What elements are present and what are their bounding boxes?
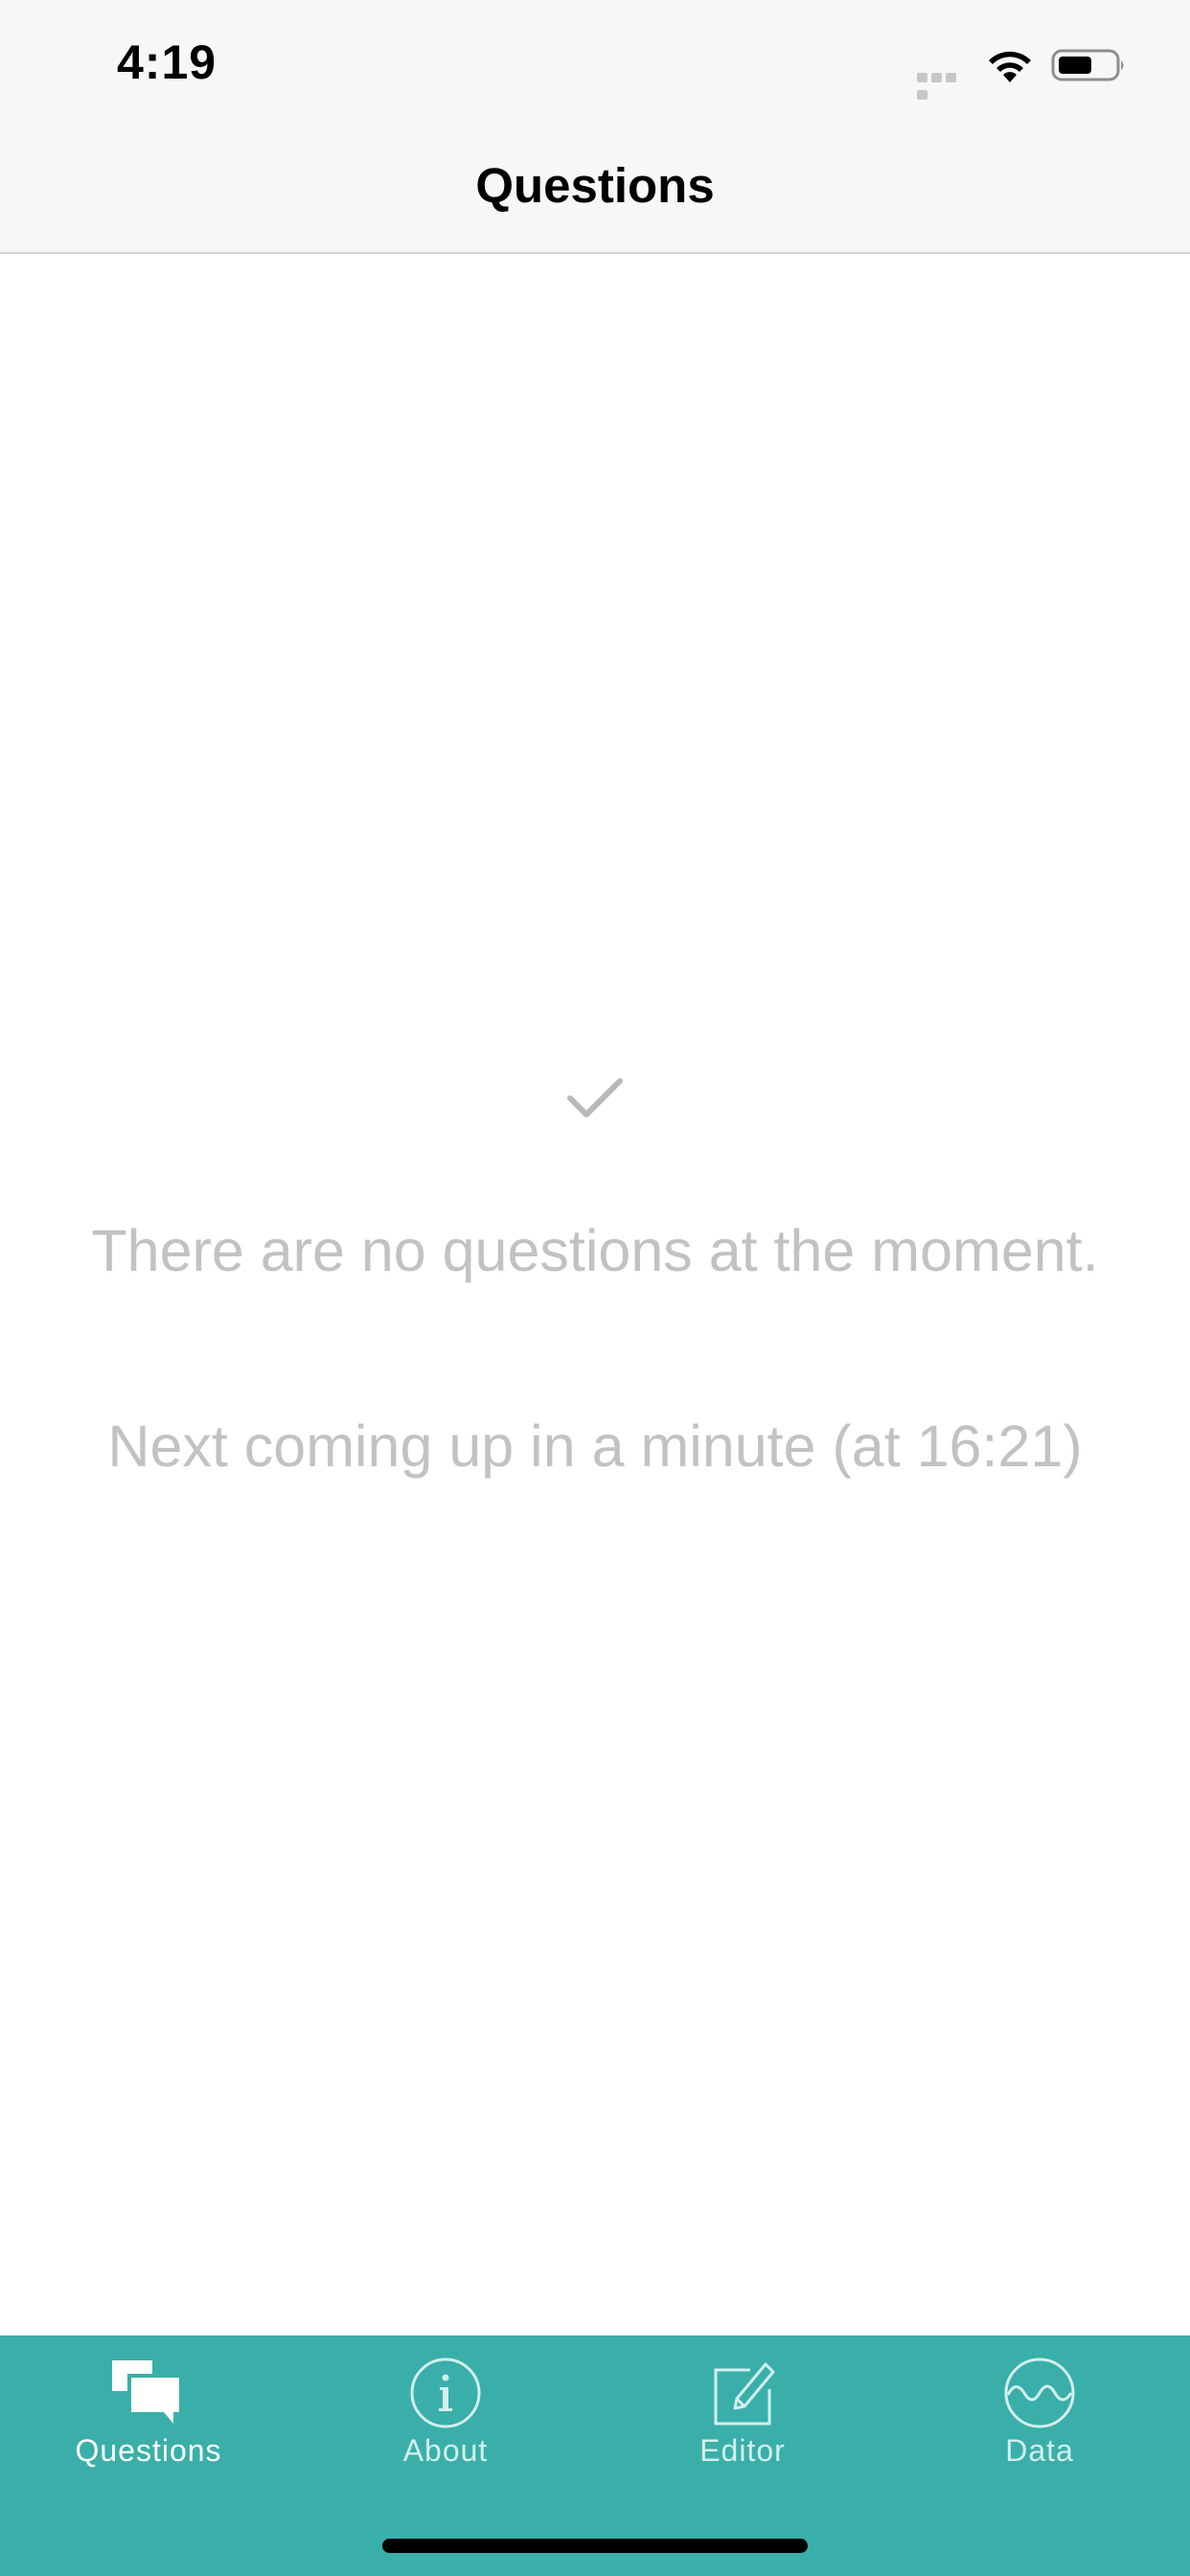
- status-time: 4:19: [117, 35, 217, 89]
- tab-editor[interactable]: Editor: [594, 2353, 891, 2496]
- tab-data[interactable]: Data: [891, 2353, 1188, 2496]
- tab-label: About: [402, 2433, 489, 2468]
- status-bar: 4:19: [0, 0, 1190, 126]
- home-indicator[interactable]: [382, 2539, 808, 2553]
- checkmark-icon: [567, 1078, 623, 1117]
- cellular-signal-icon: [917, 70, 973, 100]
- tab-questions[interactable]: Questions: [0, 2353, 297, 2496]
- navigation-bar: Questions: [0, 126, 1190, 254]
- edit-icon: [714, 2362, 775, 2426]
- info-icon: [410, 2358, 481, 2428]
- page-title: Questions: [475, 158, 715, 213]
- tab-about[interactable]: About: [297, 2353, 594, 2496]
- empty-message: There are no questions at the moment.: [91, 1218, 1099, 1283]
- tab-label: Editor: [699, 2433, 786, 2468]
- tab-label: Data: [1005, 2433, 1074, 2468]
- battery-icon: [1051, 49, 1124, 81]
- wave-icon: [1004, 2358, 1075, 2428]
- wifi-icon: [989, 51, 1031, 82]
- speech-bubbles-icon: [112, 2360, 181, 2424]
- next-question-message: Next coming up in a minute (at 16:21): [107, 1414, 1083, 1479]
- tab-label: Questions: [75, 2433, 222, 2468]
